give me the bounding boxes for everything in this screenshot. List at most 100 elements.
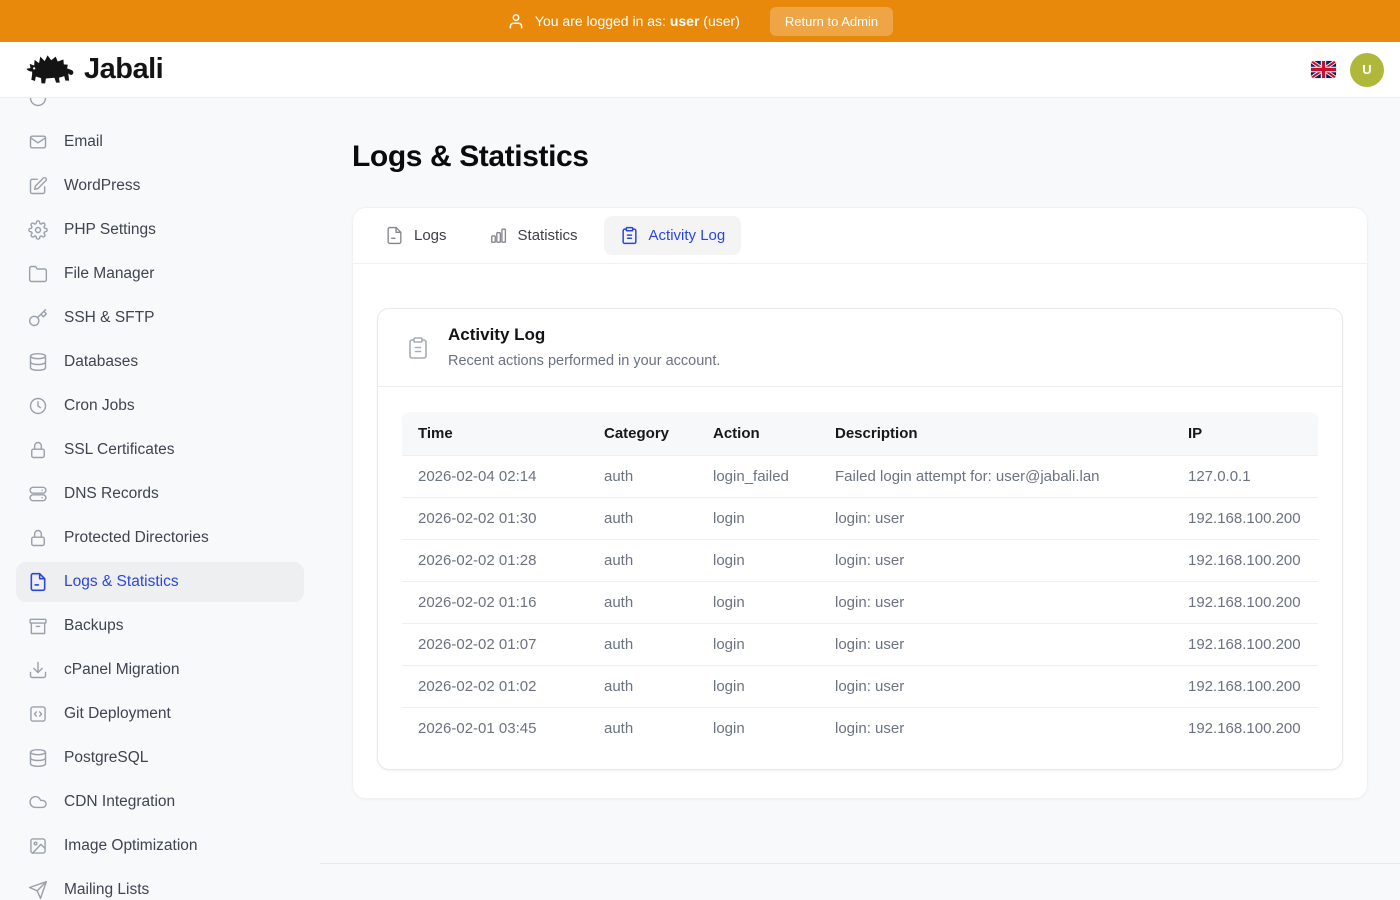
- cell-action: login: [697, 665, 819, 707]
- cell-description: login: user: [819, 707, 1172, 749]
- cell-category: auth: [588, 623, 697, 665]
- tab-label: Logs: [414, 227, 447, 244]
- sidebar-item-email[interactable]: Email: [16, 122, 304, 162]
- footer-divider: [320, 863, 1400, 864]
- sidebar-item-label: WordPress: [64, 177, 140, 195]
- file-icon: [385, 226, 404, 245]
- table-row: 2026-02-02 01:30 auth login login: user …: [402, 497, 1318, 539]
- clipboard-icon: [406, 336, 430, 360]
- app-header: Jabali U: [0, 42, 1400, 98]
- sidebar-item-cpanel-migration[interactable]: cPanel Migration: [16, 650, 304, 690]
- sidebar-item-label: File Manager: [64, 265, 154, 283]
- sidebar-item-label: cPanel Migration: [64, 661, 179, 679]
- sidebar-item-cdn-integration[interactable]: CDN Integration: [16, 782, 304, 822]
- cell-ip: 127.0.0.1: [1172, 455, 1318, 497]
- boar-logo-icon: [24, 50, 76, 90]
- brand-logo[interactable]: Jabali: [24, 50, 163, 90]
- cell-time: 2026-02-01 03:45: [402, 707, 588, 749]
- cell-category: auth: [588, 707, 697, 749]
- sidebar-item-ssl-certificates[interactable]: SSL Certificates: [16, 430, 304, 470]
- cell-description: login: user: [819, 665, 1172, 707]
- cell-time: 2026-02-02 01:02: [402, 665, 588, 707]
- language-flag-icon[interactable]: [1311, 61, 1336, 78]
- sidebar-item-dns-records[interactable]: DNS Records: [16, 474, 304, 514]
- sidebar-item-label: CDN Integration: [64, 793, 175, 811]
- cloud-icon: [28, 792, 48, 812]
- impersonation-banner: You are logged in as: user (user) Return…: [0, 0, 1400, 42]
- edit-icon: [28, 176, 48, 196]
- sidebar-item-label: Protected Directories: [64, 529, 209, 547]
- sidebar-item-label: Mailing Lists: [64, 881, 149, 899]
- gear-icon: [28, 220, 48, 240]
- user-avatar[interactable]: U: [1350, 53, 1384, 87]
- brand-name: Jabali: [84, 53, 163, 86]
- tab-statistics[interactable]: Statistics: [473, 216, 594, 255]
- cell-action: login: [697, 497, 819, 539]
- sidebar-item-label: Image Optimization: [64, 837, 198, 855]
- cell-action: login: [697, 707, 819, 749]
- tab-logs[interactable]: Logs: [369, 216, 463, 255]
- sidebar-item-ssh-sftp[interactable]: SSH & SFTP: [16, 298, 304, 338]
- folder-icon: [28, 264, 48, 284]
- cell-ip: 192.168.100.200: [1172, 665, 1318, 707]
- card-title: Activity Log: [448, 324, 720, 346]
- table-row: 2026-02-02 01:07 auth login login: user …: [402, 623, 1318, 665]
- cell-ip: 192.168.100.200: [1172, 539, 1318, 581]
- activity-log-card: Activity Log Recent actions performed in…: [377, 308, 1343, 770]
- cell-description: login: user: [819, 539, 1172, 581]
- sidebar-item-label: Databases: [64, 353, 138, 371]
- lock-icon: [28, 440, 48, 460]
- sidebar-item-label: Email: [64, 133, 103, 151]
- impersonation-message: You are logged in as: user (user): [507, 12, 740, 30]
- banner-username: user: [670, 13, 700, 29]
- cell-description: login: user: [819, 497, 1172, 539]
- sidebar-item-file-manager[interactable]: File Manager: [16, 254, 304, 294]
- table-row: 2026-02-04 02:14 auth login_failed Faile…: [402, 455, 1318, 497]
- sidebar-item-label: DNS Records: [64, 485, 159, 503]
- return-to-admin-button[interactable]: Return to Admin: [770, 7, 893, 36]
- sidebar-item-label: SSL Certificates: [64, 441, 175, 459]
- column-header-ip: IP: [1172, 412, 1318, 455]
- cell-category: auth: [588, 497, 697, 539]
- clock-icon: [28, 396, 48, 416]
- card-subtitle: Recent actions performed in your account…: [448, 351, 720, 371]
- sidebar-item-partial[interactable]: [16, 98, 304, 118]
- sidebar-item-label: PHP Settings: [64, 221, 156, 239]
- database-icon: [28, 748, 48, 768]
- sidebar-item-databases[interactable]: Databases: [16, 342, 304, 382]
- clipboard-icon: [620, 226, 639, 245]
- cell-category: auth: [588, 581, 697, 623]
- cell-time: 2026-02-02 01:07: [402, 623, 588, 665]
- sidebar-item-label: Git Deployment: [64, 705, 171, 723]
- sidebar-item-logs-statistics[interactable]: Logs & Statistics: [16, 562, 304, 602]
- sidebar-item-label: Cron Jobs: [64, 397, 135, 415]
- tab-label: Statistics: [518, 227, 578, 244]
- image-icon: [28, 836, 48, 856]
- cell-time: 2026-02-02 01:28: [402, 539, 588, 581]
- sidebar-item-backups[interactable]: Backups: [16, 606, 304, 646]
- page-title: Logs & Statistics: [352, 139, 1368, 175]
- sidebar-item-protected-directories[interactable]: Protected Directories: [16, 518, 304, 558]
- person-icon: [507, 12, 525, 30]
- download-icon: [28, 660, 48, 680]
- sidebar-item-mailing-lists[interactable]: Mailing Lists: [16, 870, 304, 900]
- cell-action: login: [697, 581, 819, 623]
- tab-activity-log[interactable]: Activity Log: [604, 216, 742, 255]
- tab-bar: Logs Statistics Activity Log: [353, 208, 1367, 264]
- sidebar-item-php-settings[interactable]: PHP Settings: [16, 210, 304, 250]
- main-content: Logs & Statistics Logs Statistics: [320, 98, 1400, 900]
- sidebar-item-git-deployment[interactable]: Git Deployment: [16, 694, 304, 734]
- column-header-time: Time: [402, 412, 588, 455]
- bar-chart-icon: [489, 226, 508, 245]
- logs-card: Logs Statistics Activity Log: [352, 207, 1368, 799]
- sidebar-item-postgresql[interactable]: PostgreSQL: [16, 738, 304, 778]
- sidebar-item-cron-jobs[interactable]: Cron Jobs: [16, 386, 304, 426]
- cell-category: auth: [588, 455, 697, 497]
- activity-log-table: Time Category Action Description IP: [402, 412, 1318, 749]
- sidebar-item-image-optimization[interactable]: Image Optimization: [16, 826, 304, 866]
- send-icon: [28, 880, 48, 900]
- partial-circle-icon: [28, 98, 48, 108]
- table-header-row: Time Category Action Description IP: [402, 412, 1318, 455]
- sidebar-item-wordpress[interactable]: WordPress: [16, 166, 304, 206]
- archive-icon: [28, 616, 48, 636]
